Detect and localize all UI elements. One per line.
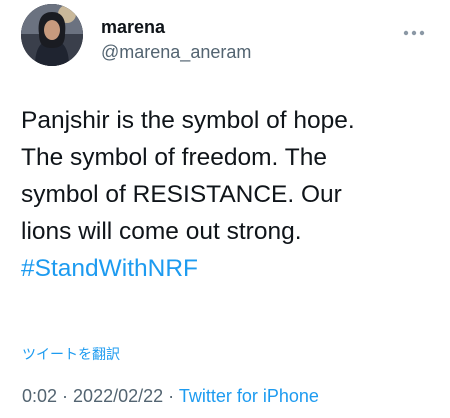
tweet-text: Panjshir is the symbol of hope. The symb… bbox=[21, 102, 441, 287]
tweet-text-line: The symbol of freedom. The bbox=[21, 144, 327, 171]
translate-tweet-link[interactable]: ツイートを翻訳 bbox=[22, 344, 120, 364]
hashtag-link[interactable]: #StandWithNRF bbox=[21, 250, 441, 287]
meta-separator: · bbox=[57, 386, 74, 406]
author-handle[interactable]: @marena_aneram bbox=[101, 42, 251, 63]
tweet-text-line: symbol of RESISTANCE. Our bbox=[21, 181, 342, 208]
more-horizontal-icon[interactable] bbox=[403, 24, 425, 36]
tweet-date: 2022/02/22 bbox=[73, 386, 164, 406]
tweet-time: 0:02 bbox=[22, 386, 58, 406]
meta-separator: · bbox=[163, 386, 179, 406]
tweet-text-line: lions will come out strong. bbox=[21, 218, 302, 245]
author-display-name[interactable]: marena bbox=[101, 17, 165, 38]
tweet-meta: 0:02 · 2022/02/22 · Twitter for iPhone bbox=[22, 386, 319, 407]
tweet-text-line: Panjshir is the symbol of hope. bbox=[21, 107, 355, 134]
tweet-source-link[interactable]: Twitter for iPhone bbox=[179, 386, 319, 406]
avatar[interactable] bbox=[21, 4, 83, 66]
